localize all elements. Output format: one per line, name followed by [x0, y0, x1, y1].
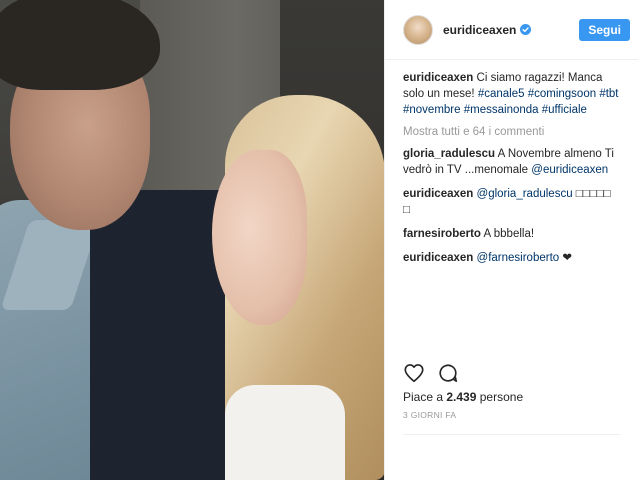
post-header: euridiceaxen Segui — [385, 0, 638, 60]
hashtag-link[interactable]: #comingsoon — [528, 88, 596, 100]
post-actions — [403, 362, 471, 384]
comment-username[interactable]: farnesiroberto — [403, 228, 481, 240]
comment-text: ❤ — [562, 252, 573, 264]
photo-man-hair — [0, 0, 160, 90]
comments-section: euridiceaxen Ci siamo ragazzi! Manca sol… — [385, 60, 638, 266]
hashtag-link[interactable]: #ufficiale — [542, 104, 587, 116]
likes-summary[interactable]: Piace a 2.439 persone — [403, 390, 523, 404]
comment-username[interactable]: gloria_radulescu — [403, 148, 495, 160]
comment-item: farnesiroberto A bbbella! — [403, 226, 620, 242]
comment-bubble-icon[interactable] — [437, 362, 459, 384]
post-timestamp[interactable]: 3 GIORNI FA — [403, 410, 456, 420]
caption-username[interactable]: euridiceaxen — [403, 72, 473, 84]
comment-item: euridiceaxen @farnesiroberto ❤ — [403, 250, 620, 266]
comment-mention-link[interactable]: @euridiceaxen — [531, 164, 608, 176]
follow-button[interactable]: Segui — [579, 18, 630, 41]
photo-woman-top — [225, 385, 345, 480]
instagram-post-frame: euridiceaxen Segui euridiceaxen Ci siamo… — [0, 0, 638, 480]
avatar[interactable] — [403, 14, 433, 45]
comment-mention-link[interactable]: @farnesiroberto — [477, 252, 560, 264]
post-side-panel: euridiceaxen Segui euridiceaxen Ci siamo… — [384, 0, 638, 480]
comment-username[interactable]: euridiceaxen — [403, 188, 473, 200]
likes-suffix: persone — [479, 390, 524, 404]
post-photo[interactable] — [0, 0, 384, 480]
header-username[interactable]: euridiceaxen — [443, 23, 516, 37]
comment-mention-link[interactable]: @gloria_radulescu — [477, 188, 573, 200]
comment-username[interactable]: euridiceaxen — [403, 252, 473, 264]
hashtag-link[interactable]: #messainonda — [464, 104, 539, 116]
comment-item: euridiceaxen @gloria_radulescu □□□□□ □ — [403, 186, 620, 218]
hashtag-link[interactable]: #novembre — [403, 104, 461, 116]
hashtag-link[interactable]: #canale5 — [478, 88, 525, 100]
comment-item: gloria_radulescu A Novembre almeno Ti ve… — [403, 146, 620, 178]
heart-icon[interactable] — [403, 362, 425, 384]
hashtag-link[interactable]: #tbt — [599, 88, 618, 100]
post-caption: euridiceaxen Ci siamo ragazzi! Manca sol… — [403, 70, 620, 118]
photo-woman-face — [212, 150, 307, 325]
verified-badge-icon — [520, 24, 532, 35]
show-all-comments-link[interactable]: Mostra tutti e 64 i commenti — [403, 124, 620, 140]
likes-count[interactable]: 2.439 — [446, 390, 476, 404]
panel-divider — [403, 434, 620, 435]
comment-text: A bbbella! — [483, 228, 535, 240]
likes-prefix: Piace a — [403, 390, 444, 404]
